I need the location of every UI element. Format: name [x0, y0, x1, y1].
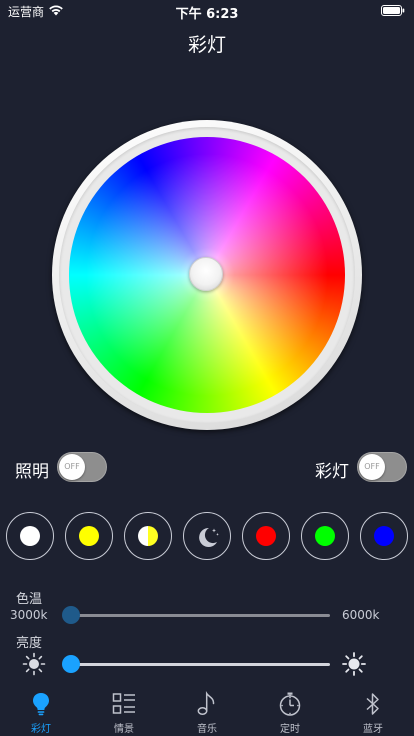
list-icon [112, 693, 135, 714]
battery-icon [381, 5, 405, 16]
lighting-toggle-thumb: OFF [59, 454, 85, 480]
preset-white-dot [20, 526, 40, 546]
brightness-label: 亮度 [16, 636, 43, 651]
tab-color-light-label: 彩灯 [31, 724, 51, 735]
tab-color-light[interactable]: 彩灯 [0, 686, 82, 736]
color-light-toggle[interactable]: OFF [357, 452, 407, 482]
color-light-label: 彩灯 [315, 462, 349, 482]
preset-half-white-yellow[interactable] [124, 512, 172, 560]
tab-scene[interactable]: 情景 [83, 686, 165, 736]
stopwatch-icon [279, 692, 301, 716]
preset-green-dot [315, 526, 335, 546]
preset-yellow[interactable] [65, 512, 113, 560]
preset-green[interactable] [301, 512, 349, 560]
sun-bright-icon [342, 652, 366, 676]
half-circle-icon [138, 526, 158, 546]
bulb-icon [33, 693, 49, 716]
sun-dim-icon [22, 652, 46, 676]
lighting-toggle[interactable]: OFF [57, 452, 107, 482]
color-temp-track[interactable] [64, 614, 330, 617]
tab-bar: 彩灯 情景 音乐 定时 蓝牙 [0, 686, 414, 736]
preset-white[interactable] [6, 512, 54, 560]
music-note-icon [197, 691, 215, 715]
tab-scene-label: 情景 [114, 724, 134, 735]
page-title: 彩灯 [187, 34, 226, 56]
screen: 运营商 下午 6:23 彩灯 照明 OFF 彩灯 OFF 色温 3000k 60… [0, 0, 414, 736]
moon-stars-icon [199, 527, 219, 547]
tab-timer-label: 定时 [280, 724, 300, 735]
color-temp-min-label: 3000k [10, 608, 48, 622]
brightness-track[interactable] [64, 663, 330, 666]
color-light-toggle-thumb: OFF [359, 454, 385, 480]
tab-music-label: 音乐 [197, 724, 217, 735]
bluetooth-icon [366, 693, 379, 715]
status-bar: 运营商 下午 6:23 [0, 0, 414, 22]
preset-night[interactable] [183, 512, 231, 560]
brightness-thumb[interactable] [62, 655, 80, 673]
tab-music[interactable]: 音乐 [166, 686, 248, 736]
preset-blue-dot [374, 526, 394, 546]
color-temp-label: 色温 [16, 592, 43, 607]
tab-timer[interactable]: 定时 [249, 686, 331, 736]
color-wheel-knob[interactable] [189, 257, 223, 291]
preset-red[interactable] [242, 512, 290, 560]
preset-red-dot [256, 526, 276, 546]
lighting-label: 照明 [15, 462, 49, 482]
preset-blue[interactable] [360, 512, 408, 560]
tab-bluetooth[interactable]: 蓝牙 [332, 686, 414, 736]
color-temp-max-label: 6000k [342, 608, 380, 622]
preset-yellow-dot [79, 526, 99, 546]
color-temp-thumb[interactable] [62, 606, 80, 624]
status-time: 下午 6:23 [175, 7, 239, 22]
tab-bluetooth-label: 蓝牙 [363, 724, 383, 735]
